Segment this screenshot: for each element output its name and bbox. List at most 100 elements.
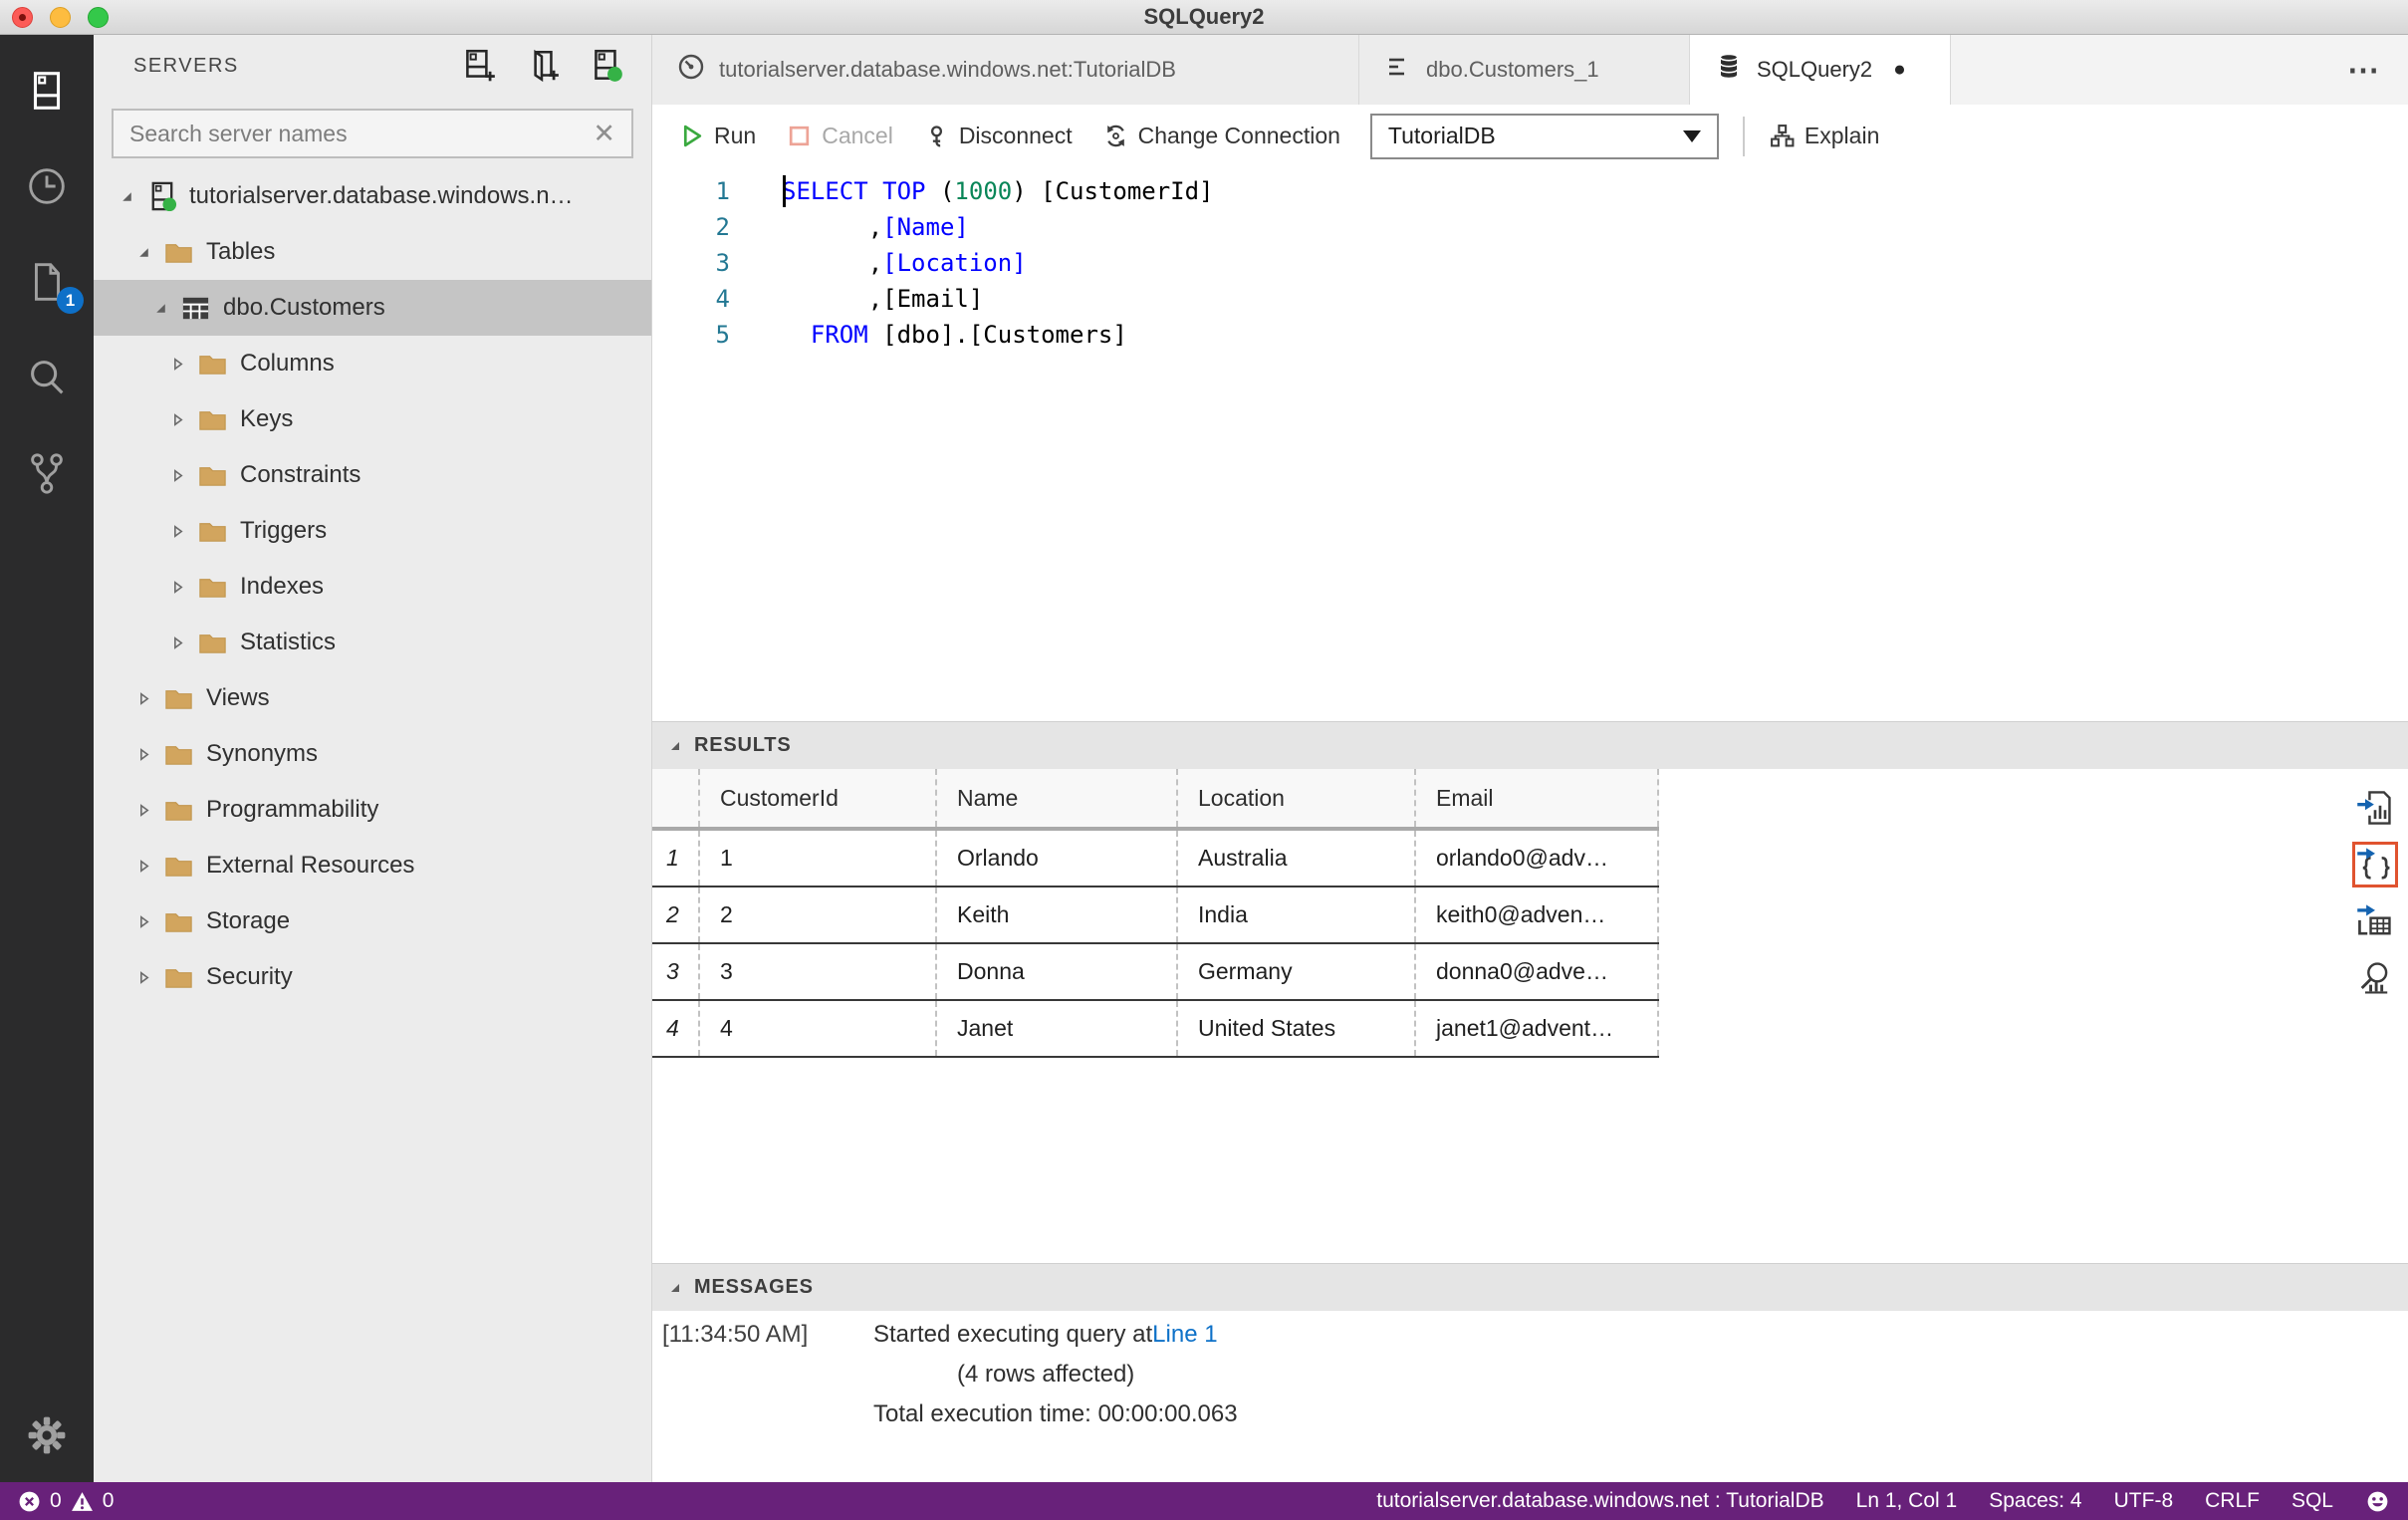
twistie-expanded-icon[interactable] <box>112 189 141 204</box>
disconnect-button[interactable]: Disconnect <box>923 123 1073 149</box>
activity-bar-item-connections[interactable] <box>0 43 94 138</box>
problems-status[interactable]: 0 0 <box>18 1489 114 1513</box>
column-header-customerid[interactable]: CustomerId <box>700 769 937 827</box>
twistie-collapsed-icon[interactable] <box>128 914 158 929</box>
tree-item-tutorialserver-database-windows-n[interactable]: tutorialserver.database.windows.n… <box>94 168 651 224</box>
twistie-collapsed-icon[interactable] <box>162 524 192 539</box>
activity-bar-item-open-file[interactable]: 1 <box>0 234 94 330</box>
result-cell[interactable]: Germany <box>1178 944 1416 999</box>
tree-item-external-resources[interactable]: External Resources <box>94 838 651 893</box>
twistie-collapsed-icon[interactable] <box>162 468 192 483</box>
results-panel-header[interactable]: RESULTS <box>652 721 2408 769</box>
result-cell[interactable]: 2 <box>700 887 937 942</box>
clear-search-icon[interactable]: ✕ <box>593 120 615 147</box>
twistie-collapsed-icon[interactable] <box>162 412 192 427</box>
tab-sqlquery2[interactable]: SQLQuery2 ● <box>1690 35 1951 105</box>
explain-button[interactable]: Explain <box>1769 123 1879 149</box>
twistie-collapsed-icon[interactable] <box>162 357 192 372</box>
change-connection-button[interactable]: Change Connection <box>1102 123 1340 149</box>
result-cell[interactable]: Donna <box>937 944 1178 999</box>
tree-item-indexes[interactable]: Indexes <box>94 559 651 615</box>
tree-item-programmability[interactable]: Programmability <box>94 782 651 838</box>
feedback-smiley-icon[interactable] <box>2365 1489 2390 1514</box>
new-server-group-icon[interactable] <box>522 45 564 87</box>
twistie-collapsed-icon[interactable] <box>128 970 158 985</box>
database-dropdown[interactable]: TutorialDB <box>1369 113 1719 159</box>
result-cell[interactable]: donna0@adve… <box>1416 944 1659 999</box>
tree-item-triggers[interactable]: Triggers <box>94 503 651 559</box>
close-button[interactable] <box>12 7 33 28</box>
twistie-collapsed-icon[interactable] <box>128 747 158 762</box>
tree-item-storage[interactable]: Storage <box>94 893 651 949</box>
result-cell[interactable]: orlando0@adv… <box>1416 831 1659 886</box>
line-link[interactable]: Line 1 <box>1152 1321 1217 1349</box>
sql-editor[interactable]: 1 SELECT TOP (1000) [CustomerId] 2 ,[Name]… <box>652 167 2408 721</box>
result-cell[interactable]: Australia <box>1178 831 1416 886</box>
settings-gear-icon[interactable] <box>0 1412 94 1458</box>
column-header-email[interactable]: Email <box>1416 769 1659 827</box>
status-item-sql[interactable]: SQL <box>2291 1489 2333 1513</box>
save-as-excel-icon[interactable] <box>2352 898 2398 944</box>
new-connection-icon[interactable] <box>458 45 500 87</box>
twistie-collapsed-icon[interactable] <box>128 803 158 818</box>
result-cell[interactable]: 4 <box>700 1001 937 1056</box>
column-header-location[interactable]: Location <box>1178 769 1416 827</box>
twistie-collapsed-icon[interactable] <box>162 580 192 595</box>
row-number[interactable]: 2 <box>652 887 700 942</box>
row-number[interactable]: 1 <box>652 831 700 886</box>
folder-icon <box>162 850 198 883</box>
warning-icon <box>71 1491 93 1511</box>
tree-item-synonyms[interactable]: Synonyms <box>94 726 651 782</box>
tab-tutorialserver-database-windows-net-tutorialdb[interactable]: tutorialserver.database.windows.net:Tuto… <box>652 35 1359 105</box>
status-item-ln-1-col-1[interactable]: Ln 1, Col 1 <box>1856 1489 1958 1513</box>
more-actions-icon[interactable]: ⋯ <box>2347 35 2382 105</box>
twistie-collapsed-icon[interactable] <box>128 691 158 706</box>
tree-item-keys[interactable]: Keys <box>94 391 651 447</box>
result-cell[interactable]: Orlando <box>937 831 1178 886</box>
save-as-csv-icon[interactable] <box>2352 785 2398 831</box>
tab-dbo-customers-1[interactable]: dbo.Customers_1 <box>1359 35 1690 105</box>
twistie-expanded-icon[interactable] <box>145 301 175 316</box>
twistie-collapsed-icon[interactable] <box>162 635 192 650</box>
result-cell[interactable]: 1 <box>700 831 937 886</box>
zoom-button[interactable] <box>88 7 109 28</box>
row-number-header[interactable] <box>652 769 700 827</box>
editor-tabs: tutorialserver.database.windows.net:Tuto… <box>652 35 2408 105</box>
active-connections-icon[interactable] <box>586 45 627 87</box>
result-cell[interactable]: 3 <box>700 944 937 999</box>
unsaved-dot-icon[interactable]: ● <box>1893 58 1906 82</box>
column-header-name[interactable]: Name <box>937 769 1178 827</box>
search-input[interactable] <box>129 120 594 147</box>
cancel-button[interactable]: Cancel <box>786 123 893 149</box>
view-as-chart-icon[interactable] <box>2352 955 2398 1001</box>
save-as-json-icon[interactable] <box>2352 842 2398 887</box>
minimize-button[interactable] <box>50 7 71 28</box>
activity-bar-item-history[interactable] <box>0 138 94 234</box>
run-button[interactable]: Run <box>678 123 756 149</box>
activity-bar-item-search[interactable] <box>0 330 94 425</box>
tree-item-tables[interactable]: Tables <box>94 224 651 280</box>
result-cell[interactable]: United States <box>1178 1001 1416 1056</box>
tree-item-dbo-customers[interactable]: dbo.Customers <box>94 280 651 336</box>
row-number[interactable]: 3 <box>652 944 700 999</box>
twistie-expanded-icon[interactable] <box>128 245 158 260</box>
tree-item-statistics[interactable]: Statistics <box>94 615 651 670</box>
result-cell[interactable]: India <box>1178 887 1416 942</box>
code-text: FROM [dbo].[Customers] <box>810 321 1127 349</box>
activity-bar-item-source-control[interactable] <box>0 425 94 521</box>
status-item-tutorialserver-database-window[interactable]: tutorialserver.database.windows.net : Tu… <box>1376 1489 1823 1513</box>
tree-item-columns[interactable]: Columns <box>94 336 651 391</box>
tree-item-security[interactable]: Security <box>94 949 651 1005</box>
messages-panel-header[interactable]: MESSAGES <box>652 1263 2408 1311</box>
row-number[interactable]: 4 <box>652 1001 700 1056</box>
result-cell[interactable]: Janet <box>937 1001 1178 1056</box>
tree-item-views[interactable]: Views <box>94 670 651 726</box>
result-cell[interactable]: Keith <box>937 887 1178 942</box>
tree-item-constraints[interactable]: Constraints <box>94 447 651 503</box>
status-item-crlf[interactable]: CRLF <box>2205 1489 2260 1513</box>
status-item-utf-8[interactable]: UTF-8 <box>2114 1489 2174 1513</box>
twistie-collapsed-icon[interactable] <box>128 859 158 874</box>
status-item-spaces-4[interactable]: Spaces: 4 <box>1989 1489 2081 1513</box>
result-cell[interactable]: janet1@advent… <box>1416 1001 1659 1056</box>
result-cell[interactable]: keith0@adven… <box>1416 887 1659 942</box>
